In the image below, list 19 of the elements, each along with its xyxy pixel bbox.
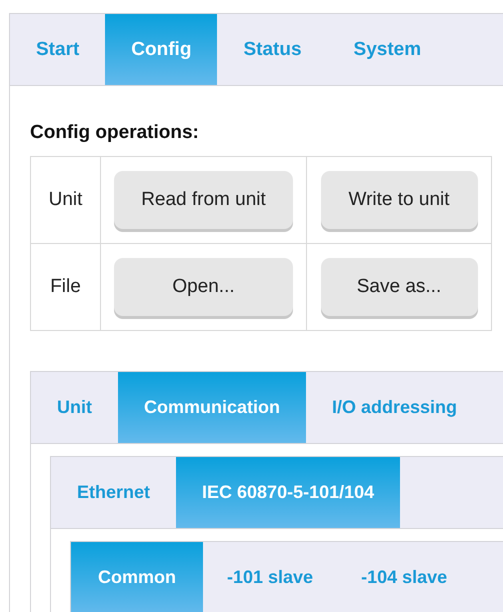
- tab[interactable]: System: [328, 14, 448, 85]
- section-heading: Config operations:: [30, 122, 200, 144]
- tab[interactable]: Start: [10, 14, 106, 85]
- tab[interactable]: Communication: [118, 372, 306, 443]
- tab[interactable]: Ethernet: [51, 457, 176, 528]
- tab[interactable]: I/O addressing: [306, 372, 484, 443]
- action-button[interactable]: Read from unit: [114, 171, 293, 229]
- action-button[interactable]: Write to unit: [320, 171, 478, 229]
- tab[interactable]: Unit: [31, 372, 118, 443]
- action-button[interactable]: Open...: [114, 258, 293, 316]
- tab[interactable]: Common: [71, 542, 203, 612]
- tab[interactable]: Status: [217, 14, 328, 85]
- tab[interactable]: -101 slave: [203, 542, 338, 612]
- tab[interactable]: IEC 60870-5-101/104: [176, 457, 400, 528]
- tab[interactable]: Config: [105, 14, 218, 85]
- row-label: File: [30, 244, 100, 330]
- row-label: Unit: [30, 156, 100, 244]
- action-button[interactable]: Save as...: [320, 258, 478, 316]
- tab[interactable]: -104 slave: [337, 542, 472, 612]
